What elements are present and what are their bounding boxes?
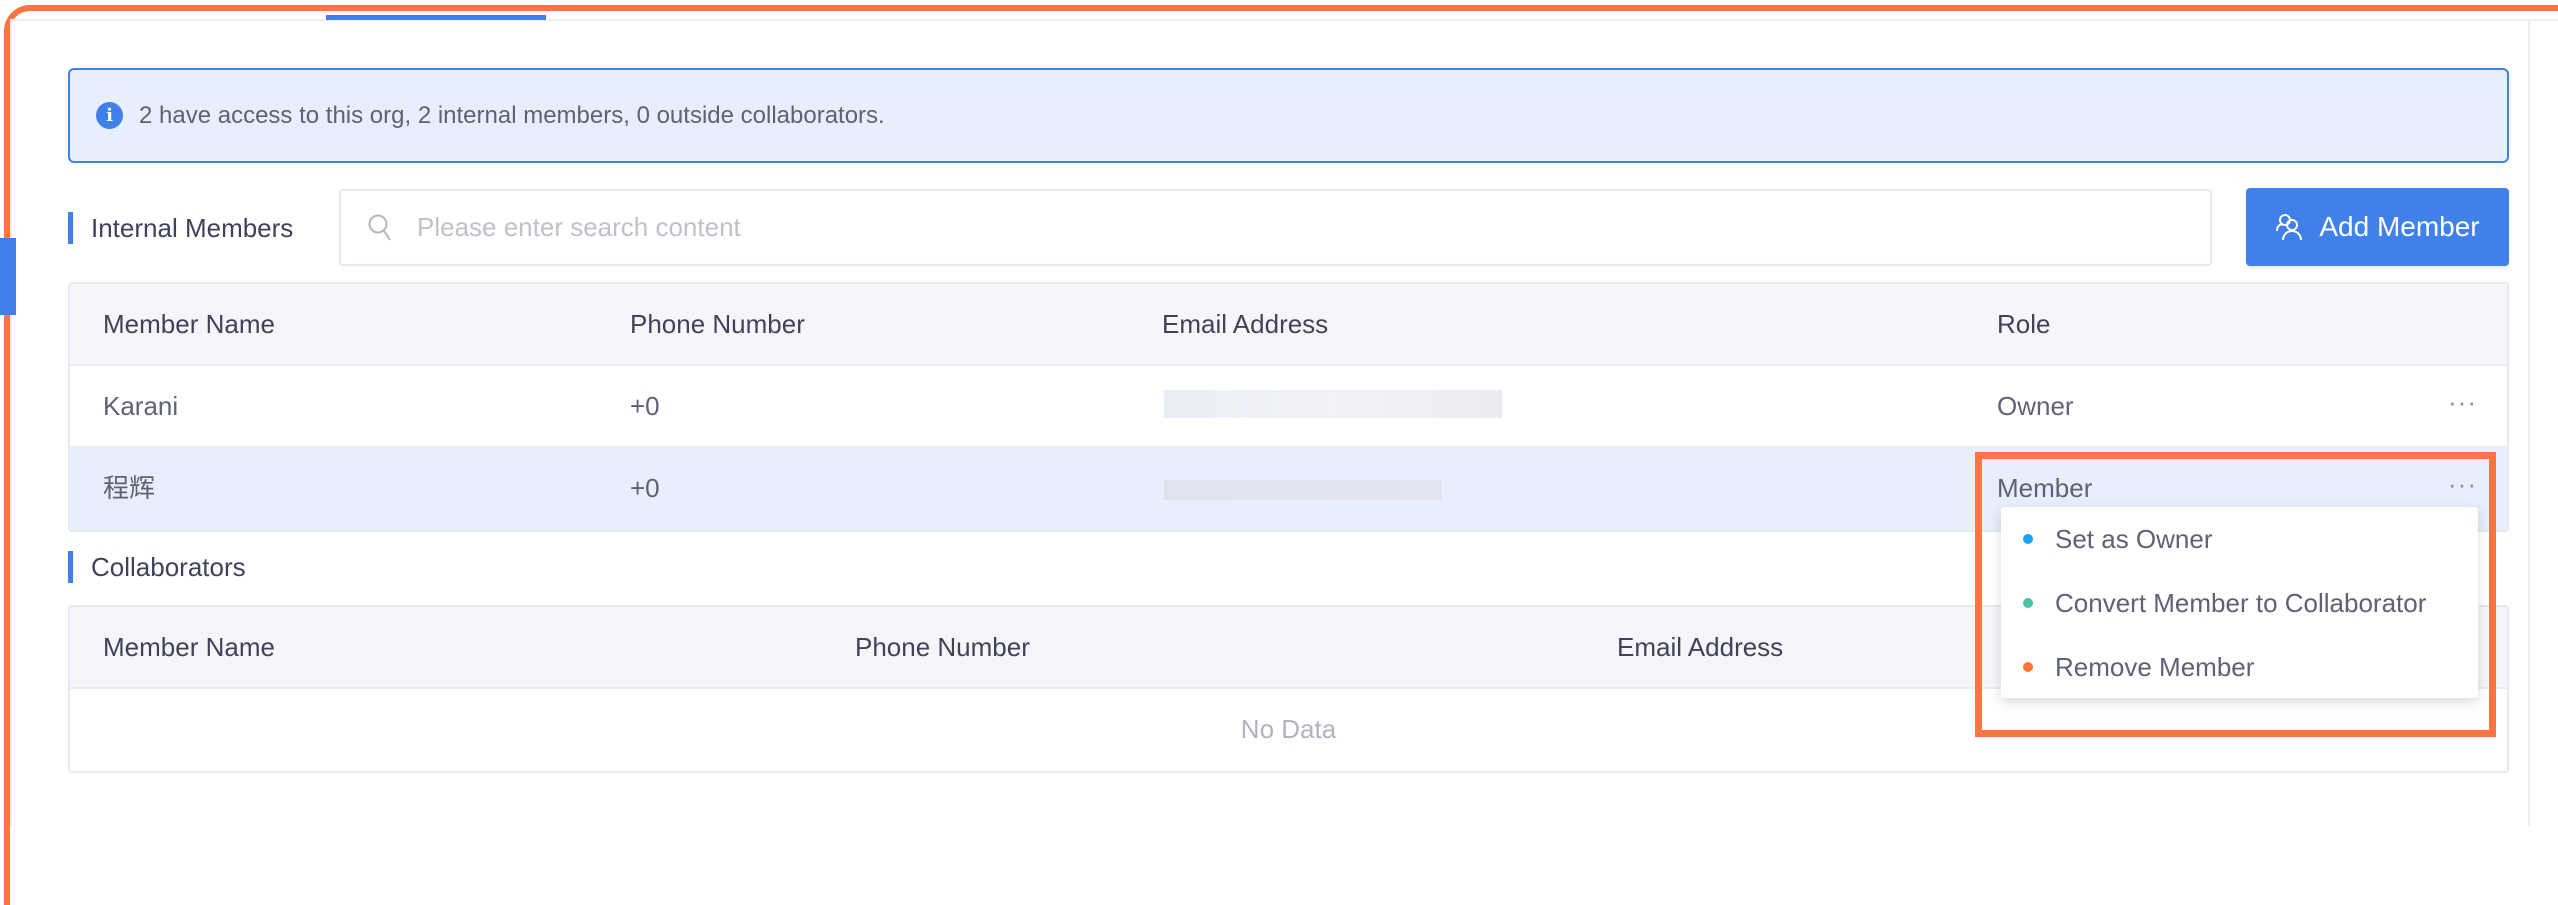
member-phone: +0 <box>630 391 660 421</box>
section-marker <box>68 212 73 244</box>
column-header[interactable]: Member Name <box>103 607 275 687</box>
member-name: Karani <box>103 391 179 421</box>
right-divider <box>2528 21 2530 826</box>
section-title: Collaborators <box>91 551 246 582</box>
info-icon: i <box>96 102 123 129</box>
more-actions-button[interactable]: ··· <box>2448 366 2477 438</box>
member-name: 程辉 <box>103 473 156 503</box>
column-header[interactable]: Email Address <box>1617 607 1783 687</box>
menu-item-set-owner[interactable]: Set as Owner <box>2023 521 2213 557</box>
left-divider <box>10 21 12 826</box>
column-header[interactable]: Role <box>1997 284 2050 364</box>
bullet-icon <box>2023 534 2033 544</box>
member-search[interactable] <box>339 189 2212 266</box>
add-member-label: Add Member <box>2319 211 2480 242</box>
internal-members-heading: Internal Members <box>68 212 293 244</box>
member-role: Owner <box>1997 391 2074 421</box>
menu-item-label: Remove Member <box>2055 651 2255 682</box>
section-title: Internal Members <box>91 212 294 243</box>
sidebar-active-marker <box>0 238 16 315</box>
search-input[interactable] <box>415 211 2210 244</box>
info-banner-text: 2 have access to this org, 2 internal me… <box>139 101 885 129</box>
add-user-icon <box>2276 214 2303 241</box>
table-header: Member Name Phone Number Email Address R… <box>70 284 2507 366</box>
menu-item-label: Convert Member to Collaborator <box>2055 587 2427 618</box>
internal-members-table: Member Name Phone Number Email Address R… <box>68 282 2509 532</box>
menu-item-remove-member[interactable]: Remove Member <box>2023 649 2254 685</box>
no-data-text: No Data <box>1240 714 1337 744</box>
column-header[interactable]: Phone Number <box>855 607 1030 687</box>
collaborators-heading: Collaborators <box>68 551 246 583</box>
section-marker <box>68 551 73 583</box>
bullet-icon <box>2023 662 2033 672</box>
redacted-email <box>1164 480 1442 500</box>
add-member-button[interactable]: Add Member <box>2246 188 2509 266</box>
member-phone: +0 <box>630 473 660 503</box>
redacted-email <box>1164 390 1502 418</box>
empty-row: No Data <box>70 689 2507 771</box>
bullet-icon <box>2023 598 2033 608</box>
active-tab-indicator[interactable] <box>326 15 546 20</box>
row-actions-menu: Set as Owner Convert Member to Collabora… <box>2001 507 2478 698</box>
column-header[interactable]: Email Address <box>1162 284 1328 364</box>
table-row[interactable]: Karani +0 Owner ··· <box>70 366 2507 448</box>
menu-item-convert-to-collaborator[interactable]: Convert Member to Collaborator <box>2023 585 2426 621</box>
menu-item-label: Set as Owner <box>2055 523 2213 554</box>
search-icon <box>368 214 391 241</box>
column-header[interactable]: Member Name <box>103 284 275 364</box>
info-banner: i 2 have access to this org, 2 internal … <box>68 68 2509 163</box>
column-header[interactable]: Phone Number <box>630 284 805 364</box>
